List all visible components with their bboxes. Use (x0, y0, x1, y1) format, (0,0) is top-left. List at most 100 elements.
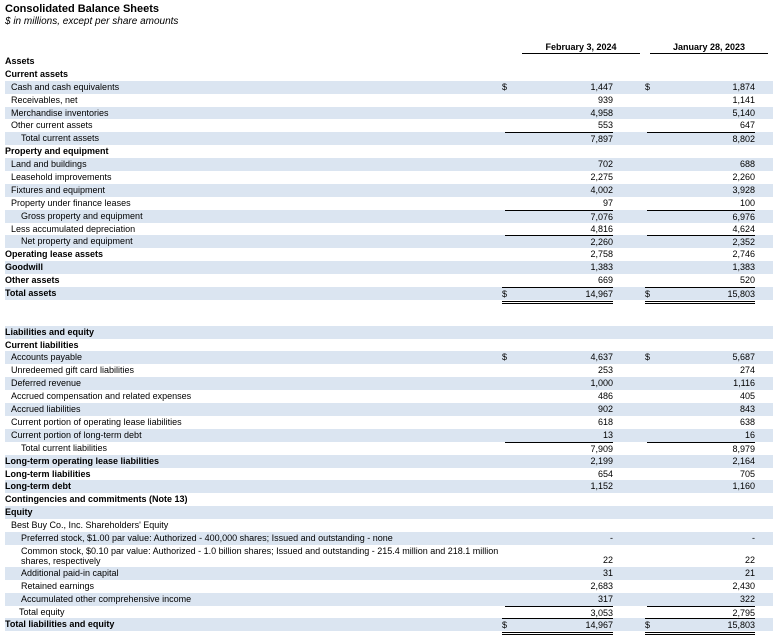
value-2023: 843 (739, 404, 755, 415)
table-row: Leasehold improvements 2,275 2,260 (5, 171, 773, 184)
table-row: Property under finance leases 97 100 (5, 197, 773, 210)
value-2024: 669 (597, 275, 613, 286)
table-row: Best Buy Co., Inc. Shareholders' Equity (5, 519, 773, 532)
currency-symbol: $ (645, 618, 665, 635)
table-row: Contingencies and commitments (Note 13) (5, 493, 773, 506)
table-row: Accumulated other comprehensive income 31… (5, 592, 773, 606)
value-2023: 2,430 (732, 580, 755, 591)
row-label: Deferred revenue (11, 378, 82, 389)
row-label: Total equity (19, 606, 65, 617)
table-row: Accrued compensation and related expense… (5, 390, 773, 403)
value-2023: 405 (739, 391, 755, 402)
row-label: Other assets (5, 275, 60, 286)
table-row: Cash and cash equivalents $ $1,447 1,874 (5, 80, 773, 94)
table-row: Additional paid-in capital 31 21 (5, 566, 773, 580)
table-row: Property and equipment (5, 145, 773, 158)
row-label: Current assets (5, 68, 69, 79)
row-label: Additional paid-in capital (21, 567, 119, 578)
value-2024: 618 (597, 416, 613, 427)
value-2024: 13 (602, 429, 613, 440)
table-row: Goodwill 1,383 1,383 (5, 261, 773, 275)
row-label: Accounts payable (11, 352, 83, 363)
table-row: Long-term liabilities 654 705 (5, 468, 773, 481)
value-2023: 1,141 (732, 94, 755, 105)
row-label: Accumulated other comprehensive income (21, 593, 192, 604)
value-2024: 4,816 (590, 223, 613, 234)
table-row: Total current liabilities 7,909 8,979 (5, 441, 773, 456)
value-2023: 688 (739, 159, 755, 170)
page-title: Consolidated Balance Sheets (5, 3, 160, 15)
row-label: Receivables, net (11, 94, 78, 105)
value-2023: 6,976 (647, 209, 755, 224)
column-header-2023: January 28, 2023 (650, 42, 768, 54)
value-2024: 7,909 (505, 441, 613, 456)
row-label: Total current assets (21, 133, 100, 144)
balance-sheet-table: Assets Current assets Cash and cash equiva… (5, 55, 773, 635)
value-2023: 16 (744, 429, 755, 440)
value-2024: 22 (602, 554, 613, 565)
table-row: Merchandise inventories 4,958 5,140 (5, 106, 773, 120)
value-2023: - (752, 532, 755, 543)
value-2023: 2,260 (732, 172, 755, 183)
value-2023: 5,140 (732, 107, 755, 118)
value-2024: - (610, 532, 613, 543)
column-header-2024: February 3, 2024 (522, 42, 640, 54)
row-label: Merchandise inventories (11, 107, 109, 118)
table-row: Net property and equipment 2,260 2,352 (5, 235, 773, 249)
row-label: Cash and cash equivalents (11, 81, 120, 92)
value-2024: 4,637 (590, 352, 613, 363)
row-label: Land and buildings (11, 159, 87, 170)
row-label: Leasehold improvements (11, 172, 112, 183)
value-2023: 5,687 (732, 352, 755, 363)
row-label: Property under finance leases (11, 197, 131, 208)
table-row: Total assets $ $14,967 15,803 (5, 287, 773, 304)
value-2023: 520 (739, 275, 755, 286)
value-2024: 702 (597, 159, 613, 170)
value-2023: 2,746 (732, 249, 755, 260)
value-2023: 4,624 (732, 223, 755, 234)
value-2024: 939 (597, 94, 613, 105)
row-label: Total liabilities and equity (5, 619, 115, 630)
row-label: Goodwill (5, 262, 43, 273)
table-row: Assets (5, 55, 773, 68)
value-2023: 8,979 (647, 441, 755, 456)
value-2023: 2,164 (732, 455, 755, 466)
row-label: Long-term debt (5, 481, 71, 492)
row-label: Current portion of operating lease liabi… (11, 416, 182, 427)
value-2023: 647 (739, 120, 755, 131)
currency-symbol: $ (502, 618, 522, 635)
row-label: Accrued compensation and related expense… (11, 391, 192, 402)
table-row: Long-term operating lease liabilities 2,1… (5, 454, 773, 468)
row-label: Unredeemed gift card liabilities (11, 365, 135, 376)
row-label: Long-term operating lease liabilities (5, 455, 160, 466)
table-row: Current assets (5, 68, 773, 81)
table-row (5, 313, 773, 326)
row-label: Assets (5, 56, 35, 66)
table-row: Equity (5, 506, 773, 520)
value-2024: 2,275 (590, 172, 613, 183)
row-label: Current portion of long-term debt (11, 429, 142, 440)
value-2024: 97 (602, 197, 613, 208)
value-2024: 4,958 (590, 107, 613, 118)
value-2024: 654 (597, 468, 613, 479)
value-2024: 2,683 (590, 580, 613, 591)
table-row: Less accumulated depreciation 4,816 4,624 (5, 223, 773, 236)
value-2023: 3,928 (732, 184, 755, 195)
value-2024: 317 (597, 593, 613, 604)
table-row: Current liabilities (5, 339, 773, 352)
value-2023: 638 (739, 416, 755, 427)
value-2023: 1,383 (732, 262, 755, 273)
value-2024: 486 (597, 391, 613, 402)
value-2023: 21 (744, 567, 755, 578)
table-row: Unredeemed gift card liabilities 253 274 (5, 364, 773, 377)
page-subtitle: $ in millions, except per share amounts (5, 16, 179, 27)
row-label: Liabilities and equity (5, 326, 95, 337)
table-row: Total current assets 7,897 8,802 (5, 132, 773, 146)
table-row: Preferred stock, $1.00 par value: Author… (5, 531, 773, 545)
row-label: Retained earnings (21, 580, 95, 591)
table-row: Total equity 3,053 2,795 (5, 605, 773, 619)
value-2024: 7,897 (505, 132, 613, 146)
row-label: Total current liabilities (21, 442, 108, 453)
value-2024: 1,000 (590, 378, 613, 389)
table-row: Retained earnings 2,683 2,430 (5, 580, 773, 593)
